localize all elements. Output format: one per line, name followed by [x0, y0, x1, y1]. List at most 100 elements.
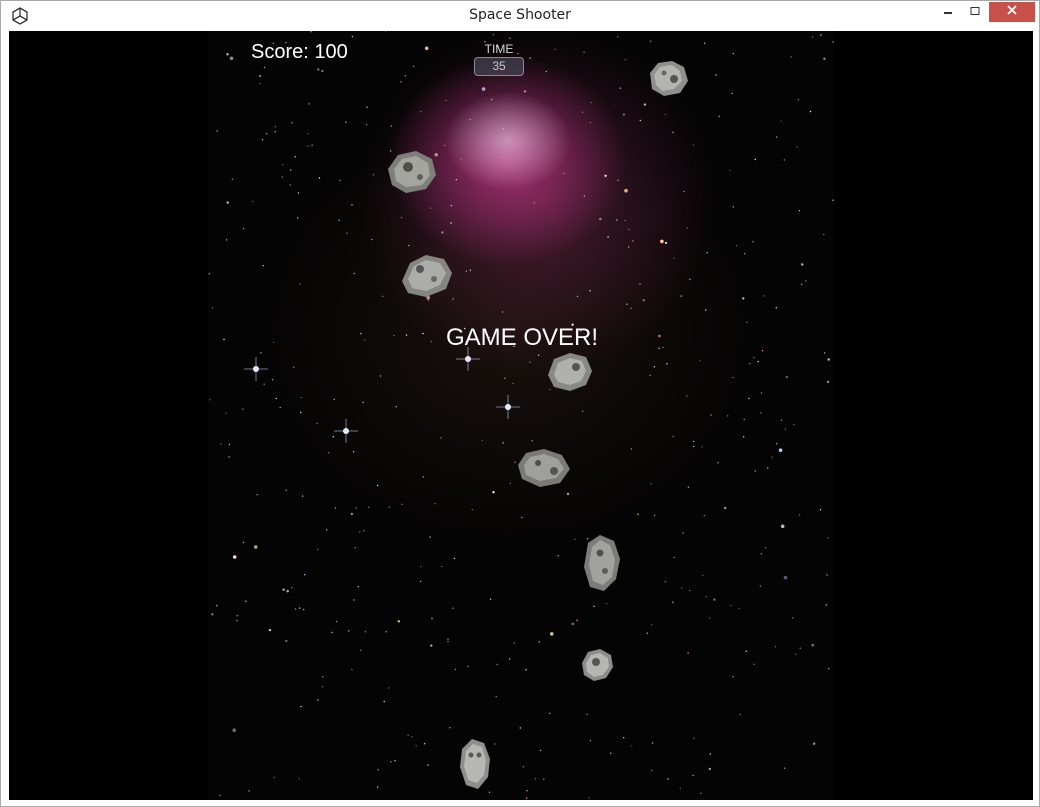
star: [228, 456, 230, 458]
star: [537, 354, 540, 356]
star: [583, 195, 586, 197]
asteroid: [582, 649, 613, 681]
star: [828, 667, 830, 670]
star: [385, 631, 387, 633]
star: [220, 443, 222, 445]
star: [368, 506, 370, 509]
star: [832, 41, 834, 43]
star: [713, 598, 716, 601]
star: [351, 204, 353, 206]
title-bar[interactable]: Space Shooter: [1, 1, 1039, 31]
star: [298, 607, 301, 609]
game-viewport[interactable]: Score: 100 TIME 35 GAME OVER!: [9, 31, 1033, 800]
star: [291, 587, 293, 589]
star: [783, 575, 788, 580]
star: [447, 640, 449, 643]
star: [534, 778, 537, 780]
star: [759, 585, 762, 587]
star: [784, 428, 787, 430]
star: [376, 484, 379, 487]
star: [519, 727, 521, 729]
star: [211, 307, 214, 309]
star: [624, 59, 626, 61]
asteroid: [388, 151, 436, 193]
star: [730, 604, 732, 607]
asteroid: [650, 61, 688, 96]
star: [353, 272, 355, 275]
star: [449, 727, 451, 729]
star: [646, 632, 648, 634]
star: [667, 778, 669, 780]
close-button[interactable]: [989, 2, 1035, 22]
maximize-button[interactable]: [962, 2, 988, 22]
star: [680, 587, 683, 589]
star: [823, 233, 825, 236]
star: [799, 647, 801, 649]
star: [408, 244, 410, 247]
star: [274, 131, 276, 133]
star: [397, 620, 400, 623]
star: [354, 547, 356, 549]
star: [780, 524, 785, 529]
star: [300, 705, 302, 708]
star: [653, 514, 656, 516]
star: [513, 642, 515, 644]
star: [832, 199, 834, 201]
star: [390, 761, 392, 763]
bright-star: [334, 419, 358, 443]
star: [353, 599, 355, 601]
star: [699, 360, 701, 362]
star: [371, 238, 373, 241]
star: [718, 115, 720, 118]
star: [225, 412, 227, 414]
star: [689, 590, 691, 592]
star: [263, 66, 266, 69]
star: [826, 380, 830, 384]
star: [631, 745, 633, 747]
star: [401, 503, 403, 505]
star: [738, 607, 740, 610]
star: [481, 439, 484, 442]
star: [624, 219, 626, 222]
star: [382, 295, 384, 297]
star: [763, 295, 765, 297]
star: [420, 565, 422, 568]
star: [538, 641, 540, 643]
star: [452, 607, 454, 609]
star: [351, 669, 353, 671]
star: [588, 797, 590, 799]
star: [724, 506, 727, 510]
star: [680, 295, 682, 297]
star: [253, 545, 258, 549]
star: [701, 446, 703, 448]
minimize-button[interactable]: [935, 2, 961, 22]
star: [325, 529, 328, 531]
bright-star: [244, 357, 268, 381]
star: [311, 144, 313, 146]
star: [453, 557, 456, 560]
star: [351, 35, 354, 38]
star: [294, 156, 296, 158]
star: [710, 414, 712, 416]
star: [332, 436, 334, 438]
star: [811, 644, 814, 647]
star: [299, 283, 301, 285]
star: [752, 241, 754, 243]
star: [350, 512, 354, 516]
star: [642, 299, 645, 302]
star: [427, 764, 429, 766]
star: [692, 774, 694, 777]
star: [262, 265, 264, 267]
star: [345, 121, 347, 123]
star: [404, 75, 406, 77]
star: [790, 56, 792, 58]
star: [761, 350, 764, 352]
star: [658, 347, 660, 350]
star: [795, 653, 797, 655]
star: [692, 144, 695, 146]
star: [407, 734, 409, 736]
star: [760, 412, 762, 414]
star: [509, 37, 511, 39]
star: [444, 144, 446, 147]
star: [242, 541, 245, 544]
